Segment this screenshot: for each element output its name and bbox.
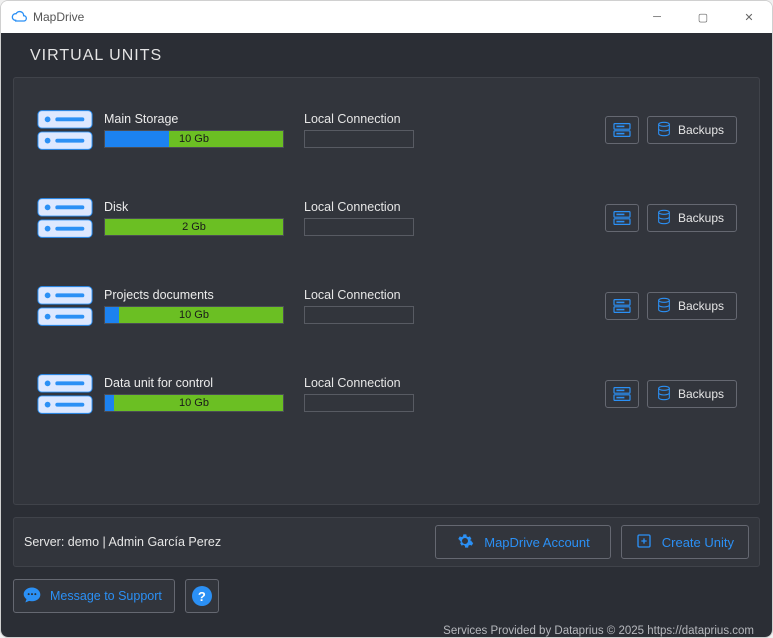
app-window: MapDrive ─ ▢ ✕ VIRTUAL UNITS Main Storag… (0, 0, 773, 638)
connection-label: Local Connection (304, 200, 474, 214)
unit-main: Main Storage 10 Gb (104, 112, 294, 148)
unit-actions: Backups (605, 116, 737, 144)
help-button[interactable]: ? (185, 579, 219, 613)
unit-main: Data unit for control 10 Gb (104, 376, 294, 412)
support-row: Message to Support ? (13, 579, 760, 613)
unit-connection: Local Connection (304, 288, 474, 324)
unit-actions: Backups (605, 204, 737, 232)
backups-label: Backups (678, 387, 724, 401)
unit-backups-button[interactable]: Backups (647, 292, 737, 320)
close-button[interactable]: ✕ (726, 1, 772, 33)
unit-usage-bar: 10 Gb (104, 130, 284, 148)
create-button-label: Create Unity (662, 535, 734, 550)
unit-name: Main Storage (104, 112, 294, 126)
chat-icon (22, 585, 42, 608)
unit-size-label: 10 Gb (179, 133, 209, 145)
unit-usage-bar: 10 Gb (104, 306, 284, 324)
connection-label: Local Connection (304, 112, 474, 126)
unit-connection: Local Connection (304, 376, 474, 412)
connection-input[interactable] (304, 394, 414, 412)
unit-size-label: 10 Gb (179, 309, 209, 321)
unit-actions: Backups (605, 292, 737, 320)
unit-main: Disk 2 Gb (104, 200, 294, 236)
connection-input[interactable] (304, 306, 414, 324)
plus-icon (636, 533, 652, 552)
database-icon (656, 385, 672, 404)
support-button-label: Message to Support (50, 589, 162, 603)
app-icon (11, 9, 27, 25)
unit-name: Projects documents (104, 288, 294, 302)
connection-label: Local Connection (304, 288, 474, 302)
virtual-units-panel: Main Storage 10 Gb Local Connection Back… (13, 77, 760, 505)
unit-backups-button[interactable]: Backups (647, 380, 737, 408)
database-icon (656, 297, 672, 316)
unit-usage-bar: 2 Gb (104, 218, 284, 236)
unit-row: Main Storage 10 Gb Local Connection Back… (36, 92, 737, 180)
content-area: VIRTUAL UNITS Main Storage 10 Gb Local C… (1, 33, 772, 638)
unit-config-button[interactable] (605, 116, 639, 144)
bottom-bar: Server: demo | Admin García Perez MapDri… (13, 517, 760, 567)
unit-backups-button[interactable]: Backups (647, 116, 737, 144)
unit-config-button[interactable] (605, 380, 639, 408)
app-title: MapDrive (33, 10, 84, 24)
minimize-button[interactable]: ─ (634, 1, 680, 33)
account-button-label: MapDrive Account (484, 535, 590, 550)
backups-label: Backups (678, 123, 724, 137)
unit-name: Data unit for control (104, 376, 294, 390)
unit-row: Data unit for control 10 Gb Local Connec… (36, 356, 737, 444)
unit-size-label: 2 Gb (182, 221, 206, 233)
backups-label: Backups (678, 299, 724, 313)
drive-icon (36, 194, 94, 242)
unit-connection: Local Connection (304, 112, 474, 148)
message-support-button[interactable]: Message to Support (13, 579, 175, 613)
backups-label: Backups (678, 211, 724, 225)
unit-actions: Backups (605, 380, 737, 408)
help-icon: ? (192, 586, 212, 606)
create-unity-button[interactable]: Create Unity (621, 525, 749, 559)
database-icon (656, 121, 672, 140)
unit-name: Disk (104, 200, 294, 214)
connection-input[interactable] (304, 130, 414, 148)
unit-size-label: 10 Gb (179, 397, 209, 409)
server-info: Server: demo | Admin García Perez (24, 535, 425, 549)
connection-label: Local Connection (304, 376, 474, 390)
unit-usage-bar: 10 Gb (104, 394, 284, 412)
unit-config-button[interactable] (605, 204, 639, 232)
unit-backups-button[interactable]: Backups (647, 204, 737, 232)
unit-row: Disk 2 Gb Local Connection Backups (36, 180, 737, 268)
maximize-button[interactable]: ▢ (680, 1, 726, 33)
drive-icon (36, 106, 94, 154)
unit-row: Projects documents 10 Gb Local Connectio… (36, 268, 737, 356)
mapdrive-account-button[interactable]: MapDrive Account (435, 525, 611, 559)
database-icon (656, 209, 672, 228)
unit-main: Projects documents 10 Gb (104, 288, 294, 324)
drive-icon (36, 282, 94, 330)
connection-input[interactable] (304, 218, 414, 236)
section-title: VIRTUAL UNITS (30, 47, 760, 65)
footer-text: Services Provided by Dataprius © 2025 ht… (13, 621, 760, 638)
drive-icon (36, 370, 94, 418)
unit-config-button[interactable] (605, 292, 639, 320)
gear-icon (456, 532, 474, 553)
unit-connection: Local Connection (304, 200, 474, 236)
titlebar: MapDrive ─ ▢ ✕ (1, 1, 772, 33)
